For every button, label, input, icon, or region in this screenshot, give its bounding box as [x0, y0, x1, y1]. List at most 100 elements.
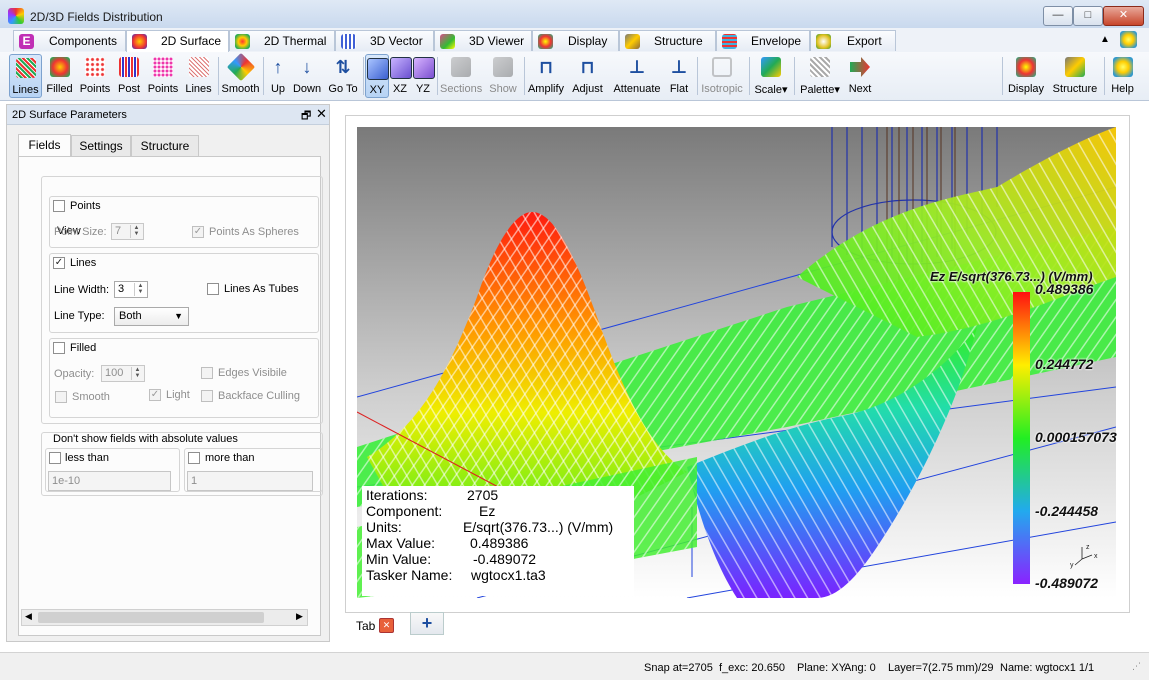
status-angle: Ang: 0	[844, 662, 876, 674]
less-than-input[interactable]: 1e-10	[48, 471, 171, 491]
flat-button[interactable]: ⊥ Flat	[666, 54, 692, 98]
scroll-left-icon[interactable]: ◀	[25, 611, 32, 622]
tab-2d-surface[interactable]: 2D Surface	[126, 30, 229, 53]
more-than-checkbox[interactable]	[188, 452, 200, 464]
tab-3d-vector[interactable]: 3D Vector	[335, 30, 434, 51]
lines-mode-button[interactable]: Lines	[9, 54, 42, 98]
maximize-button[interactable]: □	[1073, 6, 1103, 26]
adjust-button[interactable]: ⊓ Adjust	[569, 54, 606, 98]
iterations-label: Iterations:	[366, 487, 428, 503]
help-button[interactable]: Help	[1107, 54, 1138, 98]
scroll-right-icon[interactable]: ▶	[296, 611, 303, 622]
resize-grip-icon[interactable]: ⋰	[1132, 661, 1141, 672]
tab-display[interactable]: Display	[532, 30, 619, 51]
units-value: E/sqrt(376.73...) (V/mm)	[463, 519, 614, 535]
point-size-input[interactable]: 7 ▲ ▼	[111, 223, 144, 240]
tab-structure[interactable]: Structure	[619, 30, 716, 51]
structure-button[interactable]: Structure	[1050, 54, 1100, 98]
palette-menu-button[interactable]: Palette▾	[797, 54, 843, 98]
close-panel-icon[interactable]: ✕	[316, 106, 327, 122]
filled-checkbox[interactable]	[53, 342, 65, 354]
lines-label: Lines	[70, 257, 97, 269]
points-as-spheres-checkbox[interactable]: ✓	[192, 226, 204, 238]
scale-menu-button[interactable]: Scale▾	[752, 54, 790, 98]
tab-export[interactable]: Export	[810, 30, 896, 51]
tab-label: 2D Surface	[161, 34, 222, 48]
smooth-checkbox[interactable]	[55, 391, 67, 403]
tab-settings[interactable]: Settings	[71, 135, 131, 156]
light-checkbox[interactable]: ✓	[149, 389, 161, 401]
toolbar-label: Next	[848, 83, 872, 95]
lines-icon	[15, 58, 36, 78]
status-layer: Layer=7(2.75 mm)/29	[888, 662, 994, 674]
tab-label: 2D Thermal	[264, 34, 327, 48]
add-tab-button[interactable]: +	[410, 612, 444, 635]
edges-visible-checkbox[interactable]	[201, 367, 213, 379]
show-button[interactable]: Show	[486, 54, 520, 98]
more-than-input[interactable]: 1	[187, 471, 313, 491]
amplify-icon: ⊓	[538, 57, 554, 77]
plane-xz-button[interactable]: XZ	[390, 54, 412, 98]
close-button[interactable]: ✕	[1103, 6, 1144, 26]
close-tab-icon[interactable]: ✕	[379, 618, 394, 633]
plane-xy-button[interactable]: XY	[365, 54, 389, 98]
components-icon: E	[19, 34, 34, 49]
backface-culling-checkbox[interactable]	[201, 390, 213, 402]
post-mode-button[interactable]: Post	[114, 54, 144, 98]
tab-fields[interactable]: Fields	[18, 134, 71, 157]
goto-button[interactable]: ⇅ Go To	[325, 54, 361, 98]
next-button[interactable]: Next	[845, 54, 875, 98]
tab-label: Export	[847, 34, 882, 48]
tab-3d-viewer[interactable]: 3D Viewer	[434, 30, 532, 51]
fields-tab-content: View Points Point Size: 7 ▲ ▼ ✓ Points As …	[18, 156, 323, 636]
tab-structure[interactable]: Structure	[131, 135, 199, 156]
isotropic-button[interactable]: Isotropic	[699, 54, 745, 98]
opacity-input[interactable]: 100 ▲ ▼	[101, 365, 145, 382]
attenuate-button[interactable]: ⊥ Attenuate	[610, 54, 664, 98]
lines-as-tubes-checkbox[interactable]	[207, 283, 219, 295]
colorbar-tick-label: 0.244772	[1035, 356, 1094, 372]
tab-components[interactable]: E Components	[13, 30, 126, 51]
less-than-checkbox[interactable]	[49, 452, 61, 464]
points-checkbox[interactable]	[53, 200, 65, 212]
surface-icon	[132, 34, 147, 49]
iterations-value: 2705	[467, 487, 499, 503]
show-icon	[493, 57, 513, 77]
status-bar: Snap at=2705 f_exc: 20.650 Plane: XY Ang…	[0, 652, 1149, 680]
adjust-icon: ⊓	[580, 57, 595, 77]
goto-icon: ⇅	[335, 57, 351, 77]
tasker-name-value: wgtocx1.ta3	[471, 567, 546, 583]
svg-text:z: z	[1086, 544, 1090, 551]
sections-icon	[451, 57, 471, 77]
minimize-button[interactable]: —	[1043, 6, 1073, 26]
tab-2d-thermal[interactable]: 2D Thermal	[229, 30, 335, 51]
filled-mode-button[interactable]: Filled	[43, 54, 76, 98]
tab-label: Display	[568, 34, 608, 48]
line-width-input[interactable]: 3 ▲ ▼	[114, 281, 148, 298]
cube-xz-icon	[390, 57, 412, 79]
plane-yz-button[interactable]: YZ	[412, 54, 435, 98]
panel-horizontal-scrollbar[interactable]: ◀ ▶	[21, 609, 308, 626]
help-icon[interactable]	[1120, 31, 1137, 48]
amplify-button[interactable]: ⊓ Amplify	[527, 54, 565, 98]
separator	[437, 57, 438, 95]
display-button[interactable]: Display	[1005, 54, 1047, 98]
smooth-button[interactable]: Smooth	[221, 52, 260, 98]
isotropic-icon	[712, 57, 732, 77]
sections-button[interactable]: Sections	[440, 54, 482, 98]
points-3d-button[interactable]: Points	[145, 54, 181, 98]
down-button[interactable]: ↓ Down	[291, 54, 323, 98]
toolbar-label: Structure	[1052, 83, 1098, 95]
less-than-label: less than	[65, 452, 110, 464]
lines-checkbox[interactable]: ✓	[53, 257, 65, 269]
collapse-toolbar-button[interactable]: ▲	[1100, 34, 1110, 45]
scrollbar-thumb[interactable]	[38, 612, 264, 623]
float-panel-icon[interactable]: 🗗	[301, 107, 311, 126]
tab-envelope[interactable]: Envelope	[716, 30, 810, 51]
line-type-select[interactable]: Both ▼	[114, 307, 189, 326]
lines-3d-button[interactable]: Lines	[182, 54, 215, 98]
up-button[interactable]: ↑ Up	[266, 54, 290, 98]
viewer-tab[interactable]: Tab ✕	[349, 612, 397, 636]
colorbar	[1013, 292, 1030, 584]
points-mode-button[interactable]: Points	[77, 54, 113, 98]
